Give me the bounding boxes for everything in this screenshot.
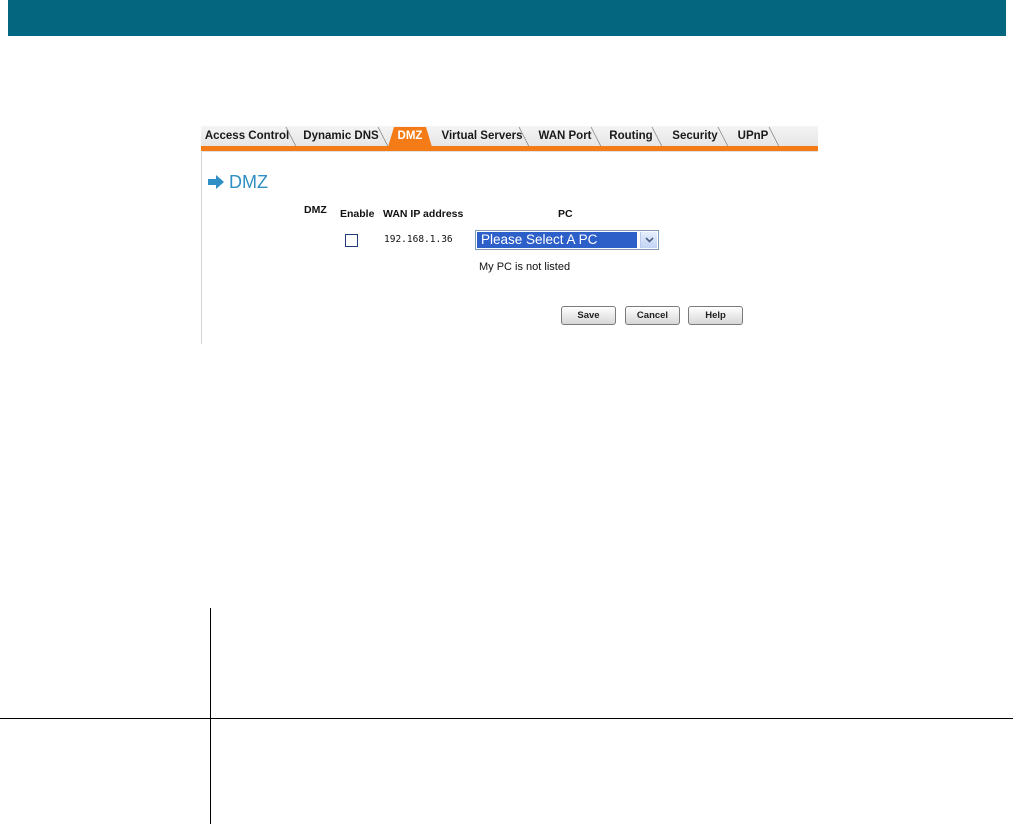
- save-button[interactable]: Save: [561, 306, 616, 325]
- top-banner: [8, 0, 1006, 36]
- table-horizontal-rule: [0, 718, 1013, 719]
- tab-upnp[interactable]: UPnP: [732, 127, 780, 147]
- tab-bar: Access Control Dynamic DNS DMZ Virtual S…: [201, 126, 818, 152]
- tab-access-control[interactable]: Access Control: [203, 127, 297, 147]
- pc-column-header: PC: [558, 208, 573, 220]
- pc-select-value: Please Select A PC: [477, 232, 637, 248]
- dmz-enable-checkbox[interactable]: [345, 234, 358, 247]
- tab-security[interactable]: Security: [667, 127, 729, 147]
- dropdown-arrow-button[interactable]: [640, 232, 657, 248]
- tab-dmz[interactable]: DMZ: [388, 127, 432, 147]
- tab-virtual-servers[interactable]: Virtual Servers: [440, 127, 530, 147]
- tab-underline: [201, 146, 818, 151]
- dmz-row-label: DMZ: [304, 204, 327, 216]
- arrow-right-icon: [208, 175, 224, 189]
- page-title: DMZ: [229, 171, 268, 192]
- wan-ip-address-value: 192.168.1.36: [384, 234, 453, 245]
- table-vertical-rule: [210, 608, 211, 824]
- panel-left-border: [201, 152, 202, 344]
- pc-select-dropdown[interactable]: Please Select A PC: [475, 230, 659, 250]
- pc-not-listed-text: My PC is not listed: [479, 261, 571, 273]
- chevron-down-icon: [645, 237, 654, 243]
- help-button[interactable]: Help: [688, 306, 743, 325]
- dmz-settings-panel: Access Control Dynamic DNS DMZ Virtual S…: [201, 126, 818, 344]
- enable-column-header: Enable: [340, 208, 375, 220]
- page-heading: DMZ: [207, 170, 268, 194]
- tab-routing[interactable]: Routing: [605, 127, 663, 147]
- tab-dynamic-dns[interactable]: Dynamic DNS: [299, 127, 389, 147]
- cancel-button[interactable]: Cancel: [625, 306, 680, 325]
- tab-wan-port[interactable]: WAN Port: [534, 127, 602, 147]
- wan-ip-column-header: WAN IP address: [383, 208, 464, 220]
